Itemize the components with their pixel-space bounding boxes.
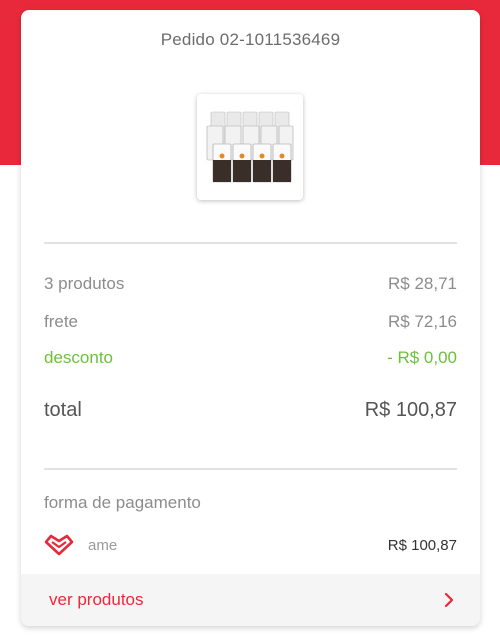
order-title: Pedido 02-1011536469 xyxy=(160,30,341,49)
discount-value: - R$ 0,00 xyxy=(387,348,457,367)
heart-icon xyxy=(44,534,74,556)
products-row: 3 produtos R$ 28,71 xyxy=(44,274,457,294)
divider xyxy=(44,468,457,470)
view-products-button[interactable]: ver produtos xyxy=(21,574,480,626)
total-value: R$ 100,87 xyxy=(364,399,457,421)
total-row: total R$ 100,87 xyxy=(44,399,457,422)
divider xyxy=(44,242,457,244)
discount-row: desconto - R$ 0,00 xyxy=(44,348,457,368)
order-card: Pedido 02-1011536469 3 produtos R$ 28,71… xyxy=(21,10,480,626)
product-image xyxy=(206,111,294,183)
total-label: total xyxy=(44,399,82,421)
shipping-row: frete R$ 72,16 xyxy=(44,312,457,332)
view-products-label: ver produtos xyxy=(49,590,144,609)
product-thumbnail[interactable] xyxy=(197,94,303,200)
payment-amount: R$ 100,87 xyxy=(387,536,457,554)
products-value: R$ 28,71 xyxy=(388,274,457,293)
chevron-right-icon xyxy=(443,591,455,609)
payment-section-label: forma de pagamento xyxy=(44,493,201,512)
payment-method-name: ame xyxy=(88,536,118,554)
products-label: 3 produtos xyxy=(44,274,125,293)
discount-label: desconto xyxy=(44,348,113,367)
shipping-value: R$ 72,16 xyxy=(388,312,457,331)
shipping-label: frete xyxy=(44,312,79,331)
payment-method-row: ame R$ 100,87 xyxy=(44,532,457,558)
